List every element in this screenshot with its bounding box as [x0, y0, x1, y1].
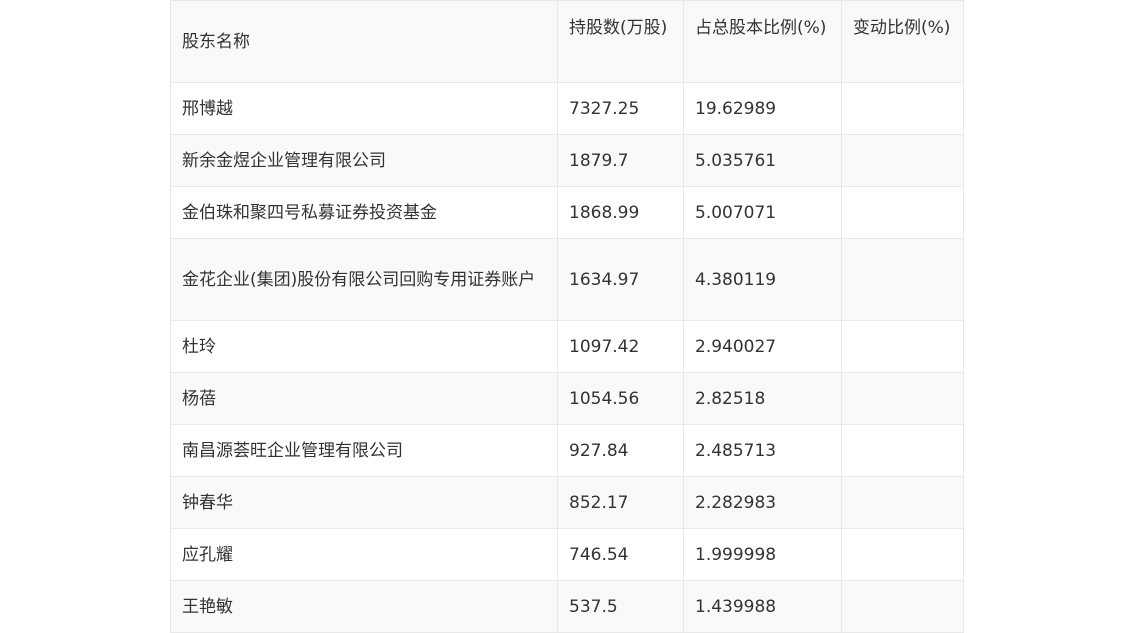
cell-shares-held: 746.54 [557, 528, 684, 581]
table-row: 钟春华 852.17 2.282983 [170, 476, 964, 529]
cell-change-ratio [841, 580, 964, 633]
cell-shareholder-name: 王艳敏 [170, 580, 558, 633]
table-row: 金伯珠和聚四号私募证券投资基金 1868.99 5.007071 [170, 186, 964, 239]
cell-share-ratio: 19.62989 [683, 82, 842, 135]
table-row: 金花企业(集团)股份有限公司回购专用证券账户 1634.97 4.380119 [170, 238, 964, 321]
cell-shares-held: 1054.56 [557, 372, 684, 425]
cell-change-ratio [841, 238, 964, 321]
cell-share-ratio: 2.940027 [683, 320, 842, 373]
header-shares-held: 持股数(万股) [557, 0, 684, 83]
cell-shareholder-name: 杜玲 [170, 320, 558, 373]
header-share-ratio: 占总股本比例(%) [683, 0, 842, 83]
table-row: 应孔耀 746.54 1.999998 [170, 528, 964, 581]
cell-share-ratio: 5.007071 [683, 186, 842, 239]
cell-shares-held: 1097.42 [557, 320, 684, 373]
cell-change-ratio [841, 134, 964, 187]
cell-change-ratio [841, 528, 964, 581]
cell-shares-held: 537.5 [557, 580, 684, 633]
cell-shareholder-name: 邢博越 [170, 82, 558, 135]
cell-change-ratio [841, 186, 964, 239]
table-row: 邢博越 7327.25 19.62989 [170, 82, 964, 135]
cell-share-ratio: 2.485713 [683, 424, 842, 477]
cell-share-ratio: 1.999998 [683, 528, 842, 581]
cell-change-ratio [841, 476, 964, 529]
cell-share-ratio: 2.282983 [683, 476, 842, 529]
cell-shares-held: 852.17 [557, 476, 684, 529]
header-shareholder-name: 股东名称 [170, 0, 558, 83]
cell-share-ratio: 1.439988 [683, 580, 842, 633]
cell-shareholder-name: 金伯珠和聚四号私募证券投资基金 [170, 186, 558, 239]
cell-change-ratio [841, 424, 964, 477]
cell-shareholder-name: 新余金煜企业管理有限公司 [170, 134, 558, 187]
cell-change-ratio [841, 82, 964, 135]
cell-shareholder-name: 杨蓓 [170, 372, 558, 425]
cell-shares-held: 1634.97 [557, 238, 684, 321]
cell-shareholder-name: 金花企业(集团)股份有限公司回购专用证券账户 [170, 238, 558, 321]
cell-share-ratio: 2.82518 [683, 372, 842, 425]
table-row: 杜玲 1097.42 2.940027 [170, 320, 964, 373]
cell-share-ratio: 5.035761 [683, 134, 842, 187]
header-change-ratio: 变动比例(%) [841, 0, 964, 83]
cell-shares-held: 927.84 [557, 424, 684, 477]
shareholder-table-container: 股东名称 持股数(万股) 占总股本比例(%) 变动比例(%) 邢博越 7327.… [170, 0, 964, 633]
cell-shareholder-name: 南昌源荟旺企业管理有限公司 [170, 424, 558, 477]
cell-share-ratio: 4.380119 [683, 238, 842, 321]
cell-shares-held: 1879.7 [557, 134, 684, 187]
shareholder-table: 股东名称 持股数(万股) 占总股本比例(%) 变动比例(%) 邢博越 7327.… [170, 0, 964, 633]
cell-shares-held: 1868.99 [557, 186, 684, 239]
table-row: 杨蓓 1054.56 2.82518 [170, 372, 964, 425]
cell-change-ratio [841, 372, 964, 425]
cell-shareholder-name: 钟春华 [170, 476, 558, 529]
table-header-row: 股东名称 持股数(万股) 占总股本比例(%) 变动比例(%) [170, 0, 964, 83]
cell-shareholder-name: 应孔耀 [170, 528, 558, 581]
table-row: 王艳敏 537.5 1.439988 [170, 580, 964, 633]
cell-shares-held: 7327.25 [557, 82, 684, 135]
table-row: 南昌源荟旺企业管理有限公司 927.84 2.485713 [170, 424, 964, 477]
table-row: 新余金煜企业管理有限公司 1879.7 5.035761 [170, 134, 964, 187]
cell-change-ratio [841, 320, 964, 373]
